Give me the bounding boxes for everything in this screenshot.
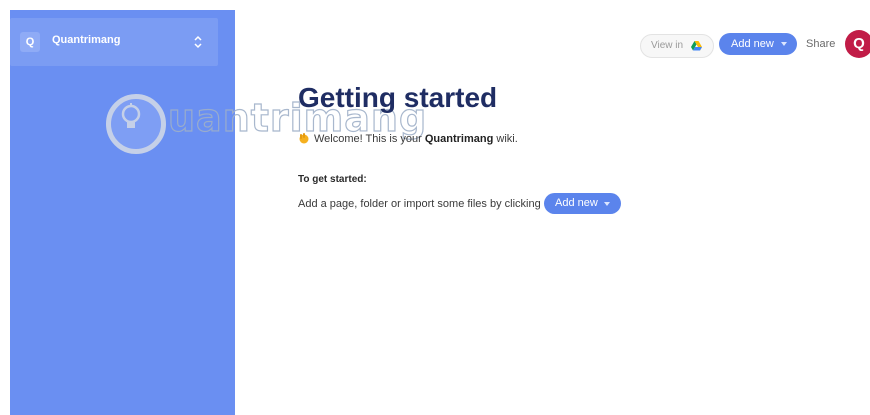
chevron-updown-icon bbox=[194, 35, 202, 49]
waving-hand-icon bbox=[299, 133, 309, 144]
caret-down-icon bbox=[781, 42, 787, 46]
caret-down-icon bbox=[604, 202, 610, 206]
workspace-switcher[interactable]: Q Quantrimang bbox=[10, 18, 218, 66]
page-title: Getting started bbox=[298, 82, 498, 113]
view-in-drive-button[interactable]: View in bbox=[640, 34, 714, 58]
welcome-message: Welcome! This is your Quantrimang wiki. bbox=[298, 132, 518, 145]
workspace-avatar: Q bbox=[20, 32, 40, 52]
workspace-name: Quantrimang bbox=[52, 34, 121, 46]
add-new-inline-label: Add new bbox=[555, 197, 598, 209]
add-new-button[interactable]: Add new bbox=[719, 33, 797, 55]
share-button[interactable]: Share bbox=[806, 38, 835, 50]
view-in-label: View in bbox=[651, 40, 684, 51]
add-new-inline-button[interactable]: Add new bbox=[544, 193, 621, 214]
instruction-text: Add a page, folder or import some files … bbox=[298, 198, 541, 210]
add-new-label: Add new bbox=[731, 38, 774, 50]
user-avatar[interactable]: Q bbox=[845, 30, 870, 58]
google-drive-icon bbox=[691, 41, 702, 51]
welcome-prefix: Welcome! This is your bbox=[314, 133, 425, 145]
welcome-workspace-name: Quantrimang bbox=[424, 133, 494, 145]
sidebar: Q Quantrimang bbox=[10, 10, 235, 415]
welcome-suffix: wiki. bbox=[493, 133, 518, 145]
get-started-heading: To get started: bbox=[298, 174, 367, 185]
